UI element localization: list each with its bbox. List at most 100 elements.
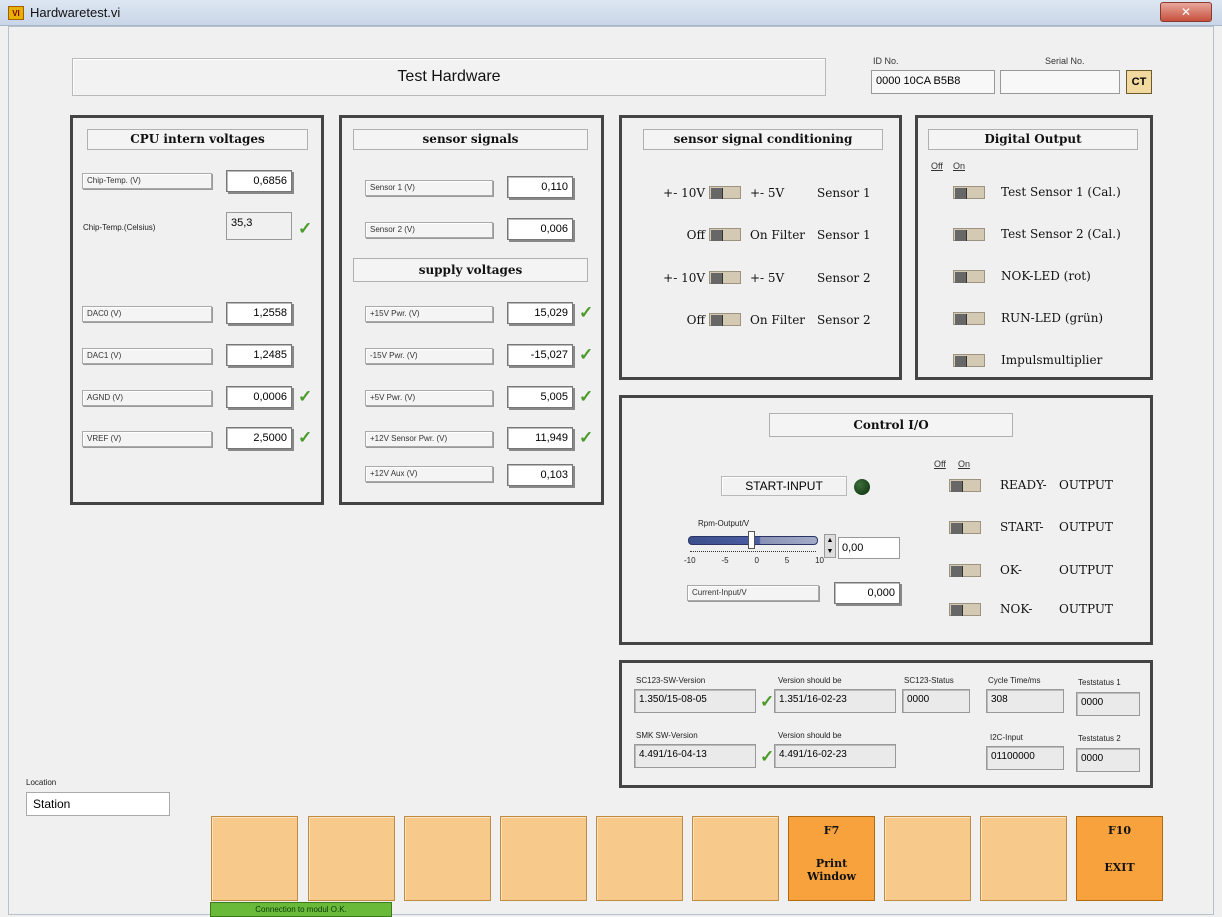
close-button[interactable]: ✕ — [1160, 2, 1212, 22]
do-toggle-test-sensor2[interactable] — [953, 228, 985, 241]
supply-5v-value: 5,005 — [507, 386, 573, 408]
rpm-scale-ticks — [690, 551, 816, 555]
output-name: OK- — [1000, 563, 1022, 577]
rpm-output-label: Rpm-Output/V — [698, 519, 750, 528]
teststatus2-label: Teststatus 2 — [1078, 734, 1121, 743]
i2c-input-value: 01100000 — [986, 746, 1064, 770]
rpm-output-value[interactable]: 0,00 — [838, 537, 900, 559]
f10-key-label: F10 — [1107, 824, 1132, 837]
check-icon: ✓ — [298, 387, 313, 406]
location-field[interactable]: Station — [26, 792, 170, 816]
current-input-value: 0,000 — [834, 582, 900, 604]
rpm-slider-handle[interactable] — [748, 531, 755, 549]
output-label: OUTPUT — [1059, 478, 1113, 492]
start-input-led — [854, 479, 870, 495]
output-name: NOK- — [1000, 602, 1033, 616]
do-toggle-run-led[interactable] — [953, 312, 985, 325]
chip-temp-v-value: 0,6856 — [226, 170, 292, 192]
chip-temp-celsius-value: 35,3 — [226, 212, 292, 240]
app-icon: VI — [8, 6, 24, 20]
sensor2-label: Sensor 2 (V) — [365, 222, 493, 238]
check-icon: ✓ — [579, 303, 594, 322]
supply-12v-sensor-label: +12V Sensor Pwr. (V) — [365, 431, 493, 447]
f8-button[interactable] — [884, 816, 971, 901]
scale-label: 5 — [784, 556, 790, 565]
version-should-value: 1.351/16-02-23 — [774, 689, 896, 713]
exit-label: EXIT — [1104, 861, 1135, 874]
rpm-scale: -10 -5 0 5 10 — [684, 556, 824, 565]
exit-button[interactable]: F10 EXIT — [1076, 816, 1163, 901]
teststatus1-label: Teststatus 1 — [1078, 678, 1121, 687]
spin-down-icon[interactable]: ▼ — [825, 546, 835, 557]
f4-button[interactable] — [500, 816, 587, 901]
dac1-label: DAC1 (V) — [82, 348, 212, 364]
digital-output-title: Digital Output — [928, 129, 1138, 150]
ok-output-toggle[interactable] — [949, 564, 981, 577]
output-label: OUTPUT — [1059, 563, 1113, 577]
sc-sw-version-label: SC123-SW-Version — [636, 676, 706, 685]
range-left-label: +- 10V — [663, 186, 705, 200]
f5-button[interactable] — [596, 816, 683, 901]
vref-value: 2,5000 — [226, 427, 292, 449]
sensor1-value: 0,110 — [507, 176, 573, 198]
check-icon: ✓ — [579, 387, 594, 406]
f7-key-label: F7 — [823, 824, 840, 837]
check-icon: ✓ — [760, 692, 775, 711]
supply-title: supply voltages — [353, 258, 588, 282]
filter-off-label: Off — [686, 228, 705, 242]
range-toggle-sensor1[interactable] — [709, 186, 741, 199]
f1-button[interactable] — [211, 816, 298, 901]
do-toggle-impulsmultiplier[interactable] — [953, 354, 985, 367]
range-left-label: +- 10V — [663, 271, 705, 285]
supply-12v-aux-label: +12V Aux (V) — [365, 466, 493, 482]
scale-label: -5 — [721, 556, 729, 565]
serial-field[interactable] — [1000, 70, 1120, 94]
ready-output-toggle[interactable] — [949, 479, 981, 492]
connection-status-bar: Connection to modul O.K. — [210, 902, 392, 917]
f2-button[interactable] — [308, 816, 395, 901]
window-label: Window — [807, 870, 856, 883]
filter-on-label: On Filter — [750, 313, 806, 327]
f3-button[interactable] — [404, 816, 491, 901]
scale-label: 10 — [815, 556, 824, 565]
do-label: Impulsmultiplier — [1001, 353, 1103, 367]
agnd-value: 0,0006 — [226, 386, 292, 408]
off-label: Off — [931, 161, 943, 171]
filter-toggle-sensor1[interactable] — [709, 228, 741, 241]
output-label: OUTPUT — [1059, 520, 1113, 534]
version-should-value: 4.491/16-02-23 — [774, 744, 896, 768]
f6-button[interactable] — [692, 816, 779, 901]
dac1-value: 1,2485 — [226, 344, 292, 366]
off-label: Off — [934, 459, 946, 469]
rpm-spinner[interactable]: ▲ ▼ — [824, 534, 836, 558]
teststatus2-value: 0000 — [1076, 748, 1140, 772]
ct-button[interactable]: CT — [1126, 70, 1152, 94]
nok-output-toggle[interactable] — [949, 603, 981, 616]
range-toggle-sensor2[interactable] — [709, 271, 741, 284]
sc-status-label: SC123-Status — [904, 676, 954, 685]
check-icon: ✓ — [298, 219, 313, 238]
print-window-button[interactable]: F7 Print Window — [788, 816, 875, 901]
check-icon: ✓ — [579, 345, 594, 364]
current-input-label: Current-Input/V — [687, 585, 819, 601]
do-toggle-nok-led[interactable] — [953, 270, 985, 283]
do-toggle-test-sensor1[interactable] — [953, 186, 985, 199]
version-should-label: Version should be — [778, 676, 842, 685]
on-label: On — [958, 459, 971, 469]
do-label: NOK-LED (rot) — [1001, 269, 1091, 283]
cycle-time-label: Cycle Time/ms — [988, 676, 1041, 685]
chip-temp-v-label: Chip-Temp. (V) — [82, 173, 212, 189]
start-output-toggle[interactable] — [949, 521, 981, 534]
window-title: Hardwaretest.vi — [30, 5, 121, 20]
supply-15v-label: +15V Pwr. (V) — [365, 306, 493, 322]
i2c-input-label: I2C-Input — [990, 733, 1023, 742]
do-label: RUN-LED (grün) — [1001, 311, 1104, 325]
agnd-label: AGND (V) — [82, 390, 212, 406]
conditioning-panel — [619, 115, 902, 380]
spin-up-icon[interactable]: ▲ — [825, 535, 835, 546]
page-title: Test Hardware — [72, 58, 826, 96]
output-name: START- — [1000, 520, 1044, 534]
smk-sw-version-value: 4.491/16-04-13 — [634, 744, 756, 768]
f9-button[interactable] — [980, 816, 1067, 901]
filter-toggle-sensor2[interactable] — [709, 313, 741, 326]
